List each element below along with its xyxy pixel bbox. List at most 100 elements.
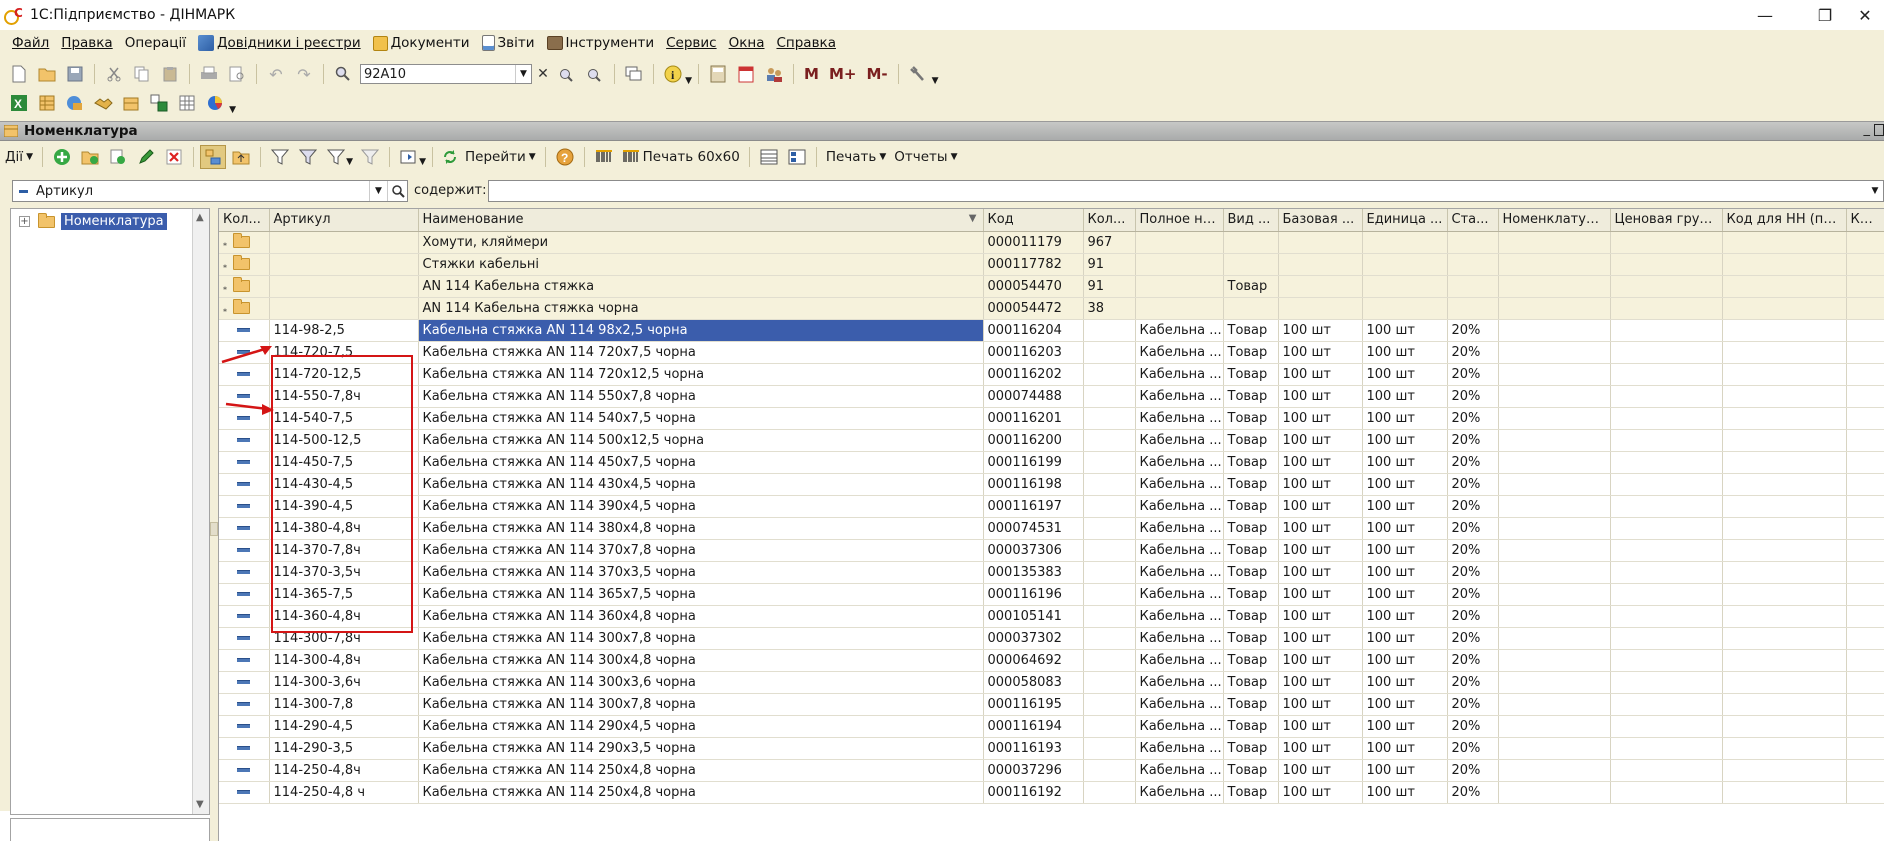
menu-windows[interactable]: Окна bbox=[723, 32, 771, 54]
undo-button[interactable]: ↶ bbox=[263, 62, 289, 86]
table-row[interactable]: 114-360-4,8ч Кабельна стяжка AN 114 360х4… bbox=[219, 605, 1884, 628]
folder-row[interactable]: ⁎ Стяжки кабельні 000117782 91 bbox=[219, 253, 1884, 276]
table-row[interactable]: 114-250-4,8 ч Кабельна стяжка AN 114 250х… bbox=[219, 781, 1884, 804]
memory-minus-button[interactable]: M- bbox=[862, 65, 891, 83]
filter-by-value-button[interactable] bbox=[295, 145, 321, 169]
contains-input[interactable]: ▼ bbox=[488, 180, 1884, 202]
column-header[interactable]: Номенклатур... bbox=[1498, 209, 1611, 232]
search-dropdown-icon[interactable]: ▼ bbox=[515, 65, 531, 83]
reports-menu[interactable]: Отчеты ▼ bbox=[891, 149, 960, 165]
filter-field-dropdown-icon[interactable]: ▼ bbox=[369, 181, 387, 201]
users-button[interactable] bbox=[761, 62, 787, 86]
windows-button[interactable] bbox=[621, 62, 647, 86]
structure-button[interactable] bbox=[784, 145, 810, 169]
open-file-button[interactable] bbox=[34, 62, 60, 86]
memory-button[interactable]: M bbox=[800, 65, 823, 83]
goto-menu[interactable]: Перейти ▼ bbox=[439, 149, 539, 165]
column-header[interactable]: Артикул bbox=[269, 209, 419, 232]
calendar-button[interactable] bbox=[733, 62, 759, 86]
menu-help[interactable]: Справка bbox=[770, 32, 841, 54]
menu-reports[interactable]: Звіти bbox=[476, 32, 541, 54]
globe-users-button[interactable] bbox=[62, 91, 88, 115]
table-row[interactable]: 114-390-4,5 Кабельна стяжка AN 114 390х4,… bbox=[219, 495, 1884, 518]
cut-button[interactable] bbox=[101, 62, 127, 86]
find-next-button[interactable] bbox=[554, 62, 580, 86]
column-header[interactable]: Полное на... bbox=[1135, 209, 1224, 232]
hierarchy-toggle-button[interactable] bbox=[199, 145, 226, 169]
filter-history-button[interactable]: ▼ bbox=[323, 145, 353, 169]
preview-button[interactable] bbox=[224, 62, 250, 86]
edit-button[interactable] bbox=[133, 145, 159, 169]
catalog-button[interactable] bbox=[118, 91, 144, 115]
splitter[interactable] bbox=[210, 208, 218, 841]
column-header[interactable]: Наименование ▼ bbox=[418, 209, 984, 232]
menu-operations[interactable]: Операції bbox=[119, 32, 192, 54]
table-row[interactable]: 114-365-7,5 Кабельна стяжка AN 114 365х7,… bbox=[219, 583, 1884, 606]
copy-button[interactable] bbox=[129, 62, 155, 86]
table-row[interactable]: 114-250-4,8ч Кабельна стяжка AN 114 250х4… bbox=[219, 759, 1884, 782]
redo-button[interactable]: ↷ bbox=[291, 62, 317, 86]
menu-directories[interactable]: Довідники і реєстри bbox=[192, 32, 367, 54]
level-up-button[interactable] bbox=[228, 145, 254, 169]
chart-button[interactable]: ▼ bbox=[202, 91, 236, 115]
folder-row[interactable]: ⁎ Хомути, кляймери 000011179 967 bbox=[219, 231, 1884, 254]
minimize-button[interactable]: — bbox=[1742, 0, 1788, 30]
documents-tree-button[interactable] bbox=[146, 91, 172, 115]
handshake-button[interactable] bbox=[90, 91, 116, 115]
menu-edit[interactable]: Правка bbox=[55, 32, 118, 54]
search-input[interactable]: 92A10 ▼ bbox=[360, 64, 532, 84]
memory-plus-button[interactable]: M+ bbox=[825, 65, 861, 83]
expand-icon[interactable]: + bbox=[19, 216, 30, 227]
menu-service[interactable]: Сервис bbox=[660, 32, 722, 54]
table-row[interactable]: 114-370-7,8ч Кабельна стяжка AN 114 370х7… bbox=[219, 539, 1884, 562]
tree-root-node[interactable]: + Номенклатура bbox=[19, 212, 167, 230]
column-header[interactable]: Базовая ... bbox=[1278, 209, 1363, 232]
table-button[interactable] bbox=[34, 91, 60, 115]
calculator-button[interactable] bbox=[705, 62, 731, 86]
table-row[interactable]: 114-98-2,5 Кабельна стяжка AN 114 98х2,5 … bbox=[219, 319, 1884, 342]
table-row[interactable]: 114-430-4,5 Кабельна стяжка AN 114 430х4,… bbox=[219, 473, 1884, 496]
print-button[interactable] bbox=[196, 62, 222, 86]
actions-menu[interactable]: Дії ▼ bbox=[2, 149, 36, 165]
scroll-down-icon[interactable]: ▼ bbox=[196, 799, 204, 810]
tree-scrollbar[interactable]: ▲ ▼ bbox=[192, 209, 209, 814]
panel-restore-button[interactable] bbox=[1874, 124, 1884, 136]
column-filter-icon[interactable]: ▼ bbox=[969, 213, 977, 224]
close-button[interactable]: ✕ bbox=[1846, 0, 1884, 30]
barcode-button[interactable] bbox=[591, 145, 617, 169]
column-header[interactable]: Ценовая груп... bbox=[1610, 209, 1723, 232]
panel-minimize-button[interactable]: _ bbox=[1864, 122, 1871, 137]
menu-documents[interactable]: Документи bbox=[367, 32, 476, 54]
find-button[interactable] bbox=[330, 62, 356, 86]
column-header[interactable]: Кол... bbox=[1083, 209, 1136, 232]
maximize-button[interactable]: ❐ bbox=[1802, 0, 1848, 30]
table-row[interactable]: 114-290-4,5 Кабельна стяжка AN 114 290х4,… bbox=[219, 715, 1884, 738]
settings-button[interactable]: ▼ bbox=[905, 62, 939, 86]
table-row[interactable]: 114-300-7,8ч Кабельна стяжка AN 114 300х7… bbox=[219, 627, 1884, 650]
filter-search-icon[interactable] bbox=[387, 181, 407, 201]
paste-button[interactable] bbox=[157, 62, 183, 86]
save-button[interactable] bbox=[62, 62, 88, 86]
table-row[interactable]: 114-450-7,5 Кабельна стяжка AN 114 450х7,… bbox=[219, 451, 1884, 474]
find-prev-button[interactable] bbox=[582, 62, 608, 86]
output-list-button[interactable]: ▼ bbox=[396, 145, 426, 169]
scroll-up-icon[interactable]: ▲ bbox=[196, 212, 204, 223]
folder-row[interactable]: ⁎ AN 114 Кабельна стяжка 000054470 91 Товар bbox=[219, 275, 1884, 298]
column-header[interactable]: Коммента bbox=[1846, 209, 1884, 232]
menu-tools[interactable]: Інструменти bbox=[541, 32, 661, 54]
column-header[interactable]: Единица ... bbox=[1362, 209, 1448, 232]
grid-button[interactable] bbox=[174, 91, 200, 115]
menu-file[interactable]: Файл bbox=[6, 32, 55, 54]
delete-button[interactable] bbox=[161, 145, 187, 169]
splitter-handle-icon[interactable] bbox=[210, 522, 218, 536]
table-row[interactable]: 114-300-3,6ч Кабельна стяжка AN 114 300х3… bbox=[219, 671, 1884, 694]
table-row[interactable]: 114-290-3,5 Кабельна стяжка AN 114 290х3,… bbox=[219, 737, 1884, 760]
filter-button[interactable] bbox=[267, 145, 293, 169]
table-row[interactable]: 114-720-7,5 Кабельна стяжка AN 114 720х7,… bbox=[219, 341, 1884, 364]
add-group-button[interactable] bbox=[77, 145, 103, 169]
filter-field-select[interactable]: Артикул ▼ bbox=[12, 180, 408, 202]
new-file-button[interactable] bbox=[6, 62, 32, 86]
remove-filter-button[interactable] bbox=[357, 145, 383, 169]
table-row[interactable]: 114-380-4,8ч Кабельна стяжка AN 114 380х4… bbox=[219, 517, 1884, 540]
print-menu[interactable]: Печать ▼ bbox=[823, 149, 889, 165]
